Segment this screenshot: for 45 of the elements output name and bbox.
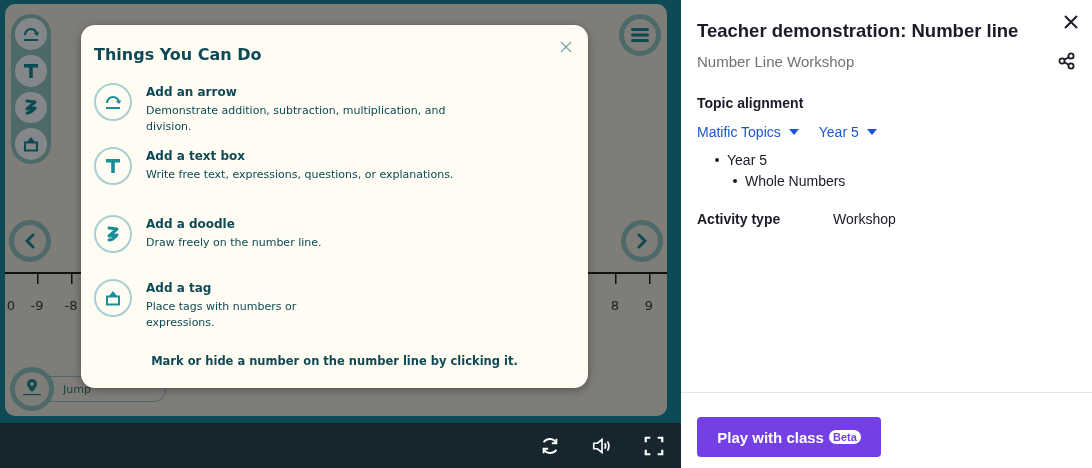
feature-description: Write free text, expressions, questions, or explanations. [146, 167, 455, 183]
menu-button[interactable] [619, 14, 661, 56]
fullscreen-icon[interactable] [643, 434, 665, 457]
bullet-icon [733, 179, 737, 183]
number-label[interactable]: 0 [6, 298, 16, 313]
chevron-right-icon [637, 233, 647, 249]
field-label: Activity type [697, 211, 781, 227]
topic-item: Year 5 [727, 152, 767, 168]
beta-badge: Beta [828, 430, 861, 444]
activity-subtitle: Number Line Workshop [697, 52, 855, 70]
share-icon[interactable] [1058, 52, 1076, 70]
letter-t-icon [103, 156, 123, 176]
feature-title: Add an arrow [146, 85, 238, 99]
tool-button[interactable] [15, 54, 47, 87]
topic-dropdown[interactable]: Year 5 [818, 124, 877, 140]
feature-description: Draw freely on the number line. [146, 235, 323, 251]
number-label[interactable]: -9 [30, 298, 44, 313]
tool-button[interactable] [15, 91, 47, 124]
menu-icon [631, 28, 649, 42]
feature-title: Add a text box [146, 149, 247, 163]
caret-icon [788, 129, 799, 135]
section-heading: Topic alignment [697, 95, 805, 111]
field-value: Workshop [833, 211, 897, 227]
caret-icon [866, 129, 877, 135]
topic-dropdown[interactable]: Matific Topics [697, 124, 799, 140]
topic-item: Whole Numbers [745, 173, 846, 189]
number-label[interactable]: 8 [610, 298, 620, 313]
next-button[interactable] [621, 220, 663, 262]
play-with-class-button[interactable]: Play with class Beta [697, 417, 881, 457]
number-label[interactable]: -8 [64, 298, 78, 313]
bullet-icon [715, 158, 719, 162]
tool-button[interactable] [15, 18, 47, 50]
feature-description: Place tags with numbers or expressions. [146, 299, 298, 331]
chevron-left-icon [25, 233, 35, 249]
activity-title: Teacher demonstration: Number line [697, 20, 1020, 42]
tool-button[interactable] [15, 128, 47, 160]
dialog-hint: Mark or hide a number on the number line by clicking it. [150, 354, 519, 368]
previous-button[interactable] [9, 220, 51, 262]
feature-title: Add a tag [146, 281, 213, 295]
feature-description: Demonstrate addition, subtraction, multiplication, and division. [146, 103, 446, 135]
feature-title: Add a doodle [146, 217, 236, 231]
dialog-title: Things You Can Do [94, 45, 262, 64]
jump-button[interactable] [10, 367, 54, 411]
number-label[interactable]: 9 [644, 298, 654, 313]
close-icon[interactable] [1064, 15, 1078, 29]
